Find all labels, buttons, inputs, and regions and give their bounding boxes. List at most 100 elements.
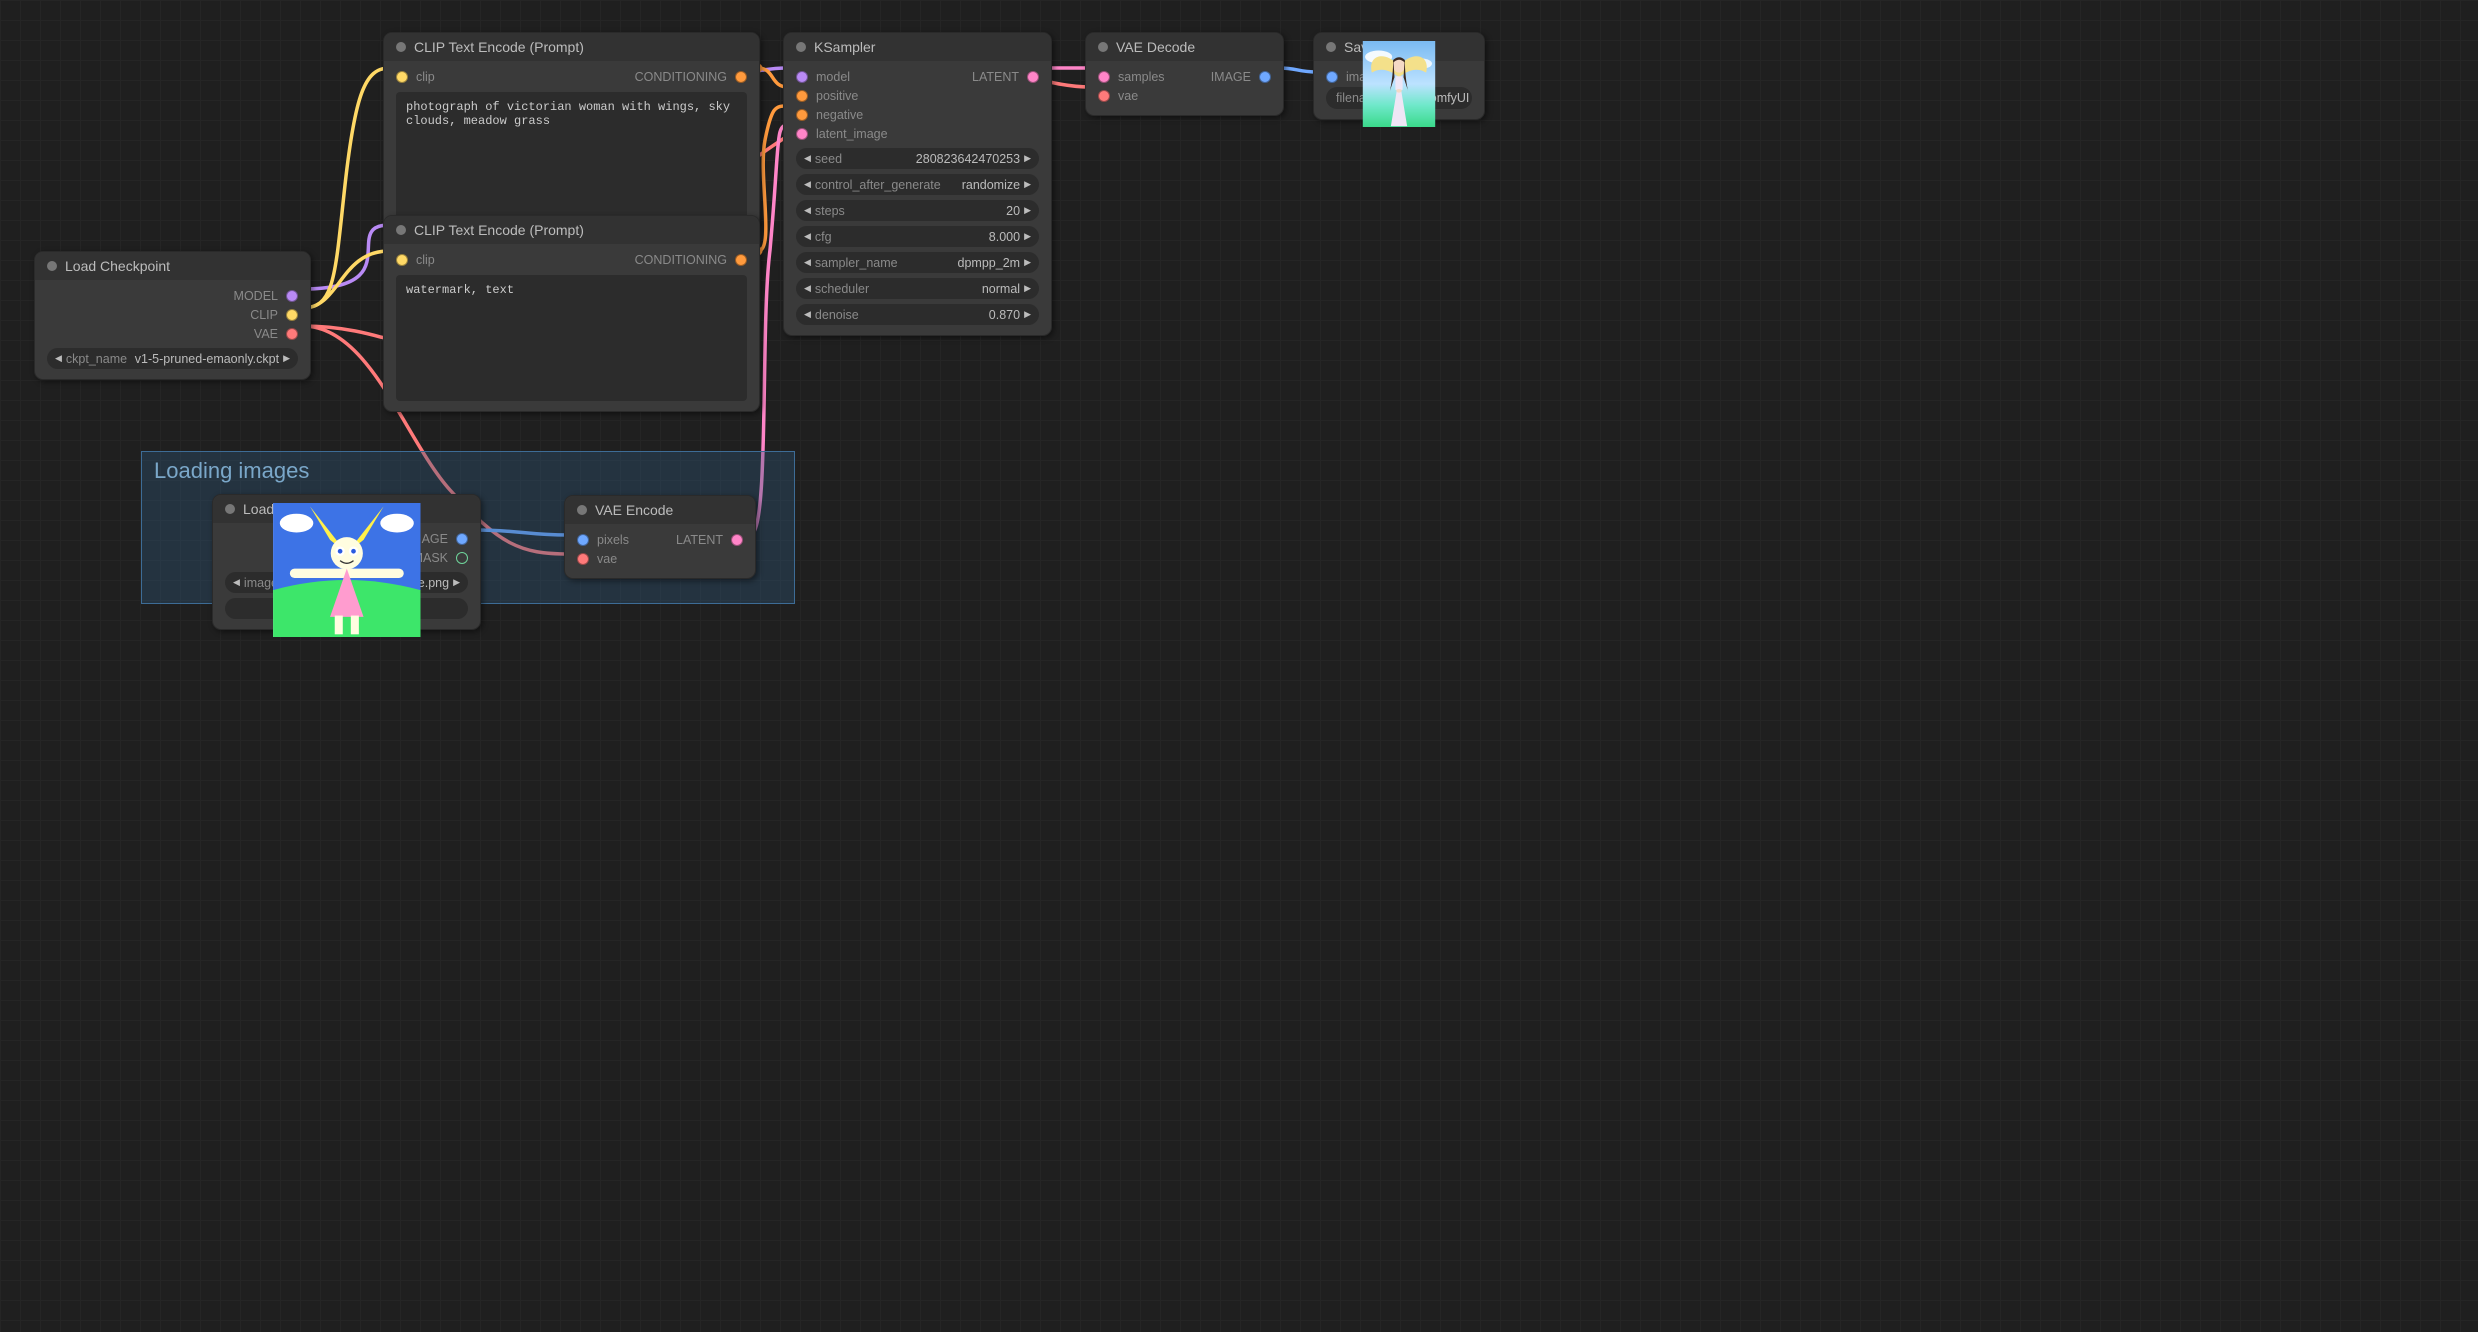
- input-vae[interactable]: vae: [1098, 86, 1181, 105]
- arrow-left-icon[interactable]: ◀: [804, 231, 811, 242]
- input-positive[interactable]: positive: [796, 86, 914, 105]
- arrow-left-icon[interactable]: ◀: [804, 257, 811, 268]
- port-image-out[interactable]: [1259, 71, 1271, 83]
- input-images[interactable]: images: [1326, 67, 1472, 86]
- port-vae-in[interactable]: [1098, 90, 1110, 102]
- collapse-dot-icon[interactable]: [796, 42, 806, 52]
- arrow-right-icon[interactable]: ▶: [1024, 231, 1031, 242]
- output-vae[interactable]: VAE: [47, 324, 298, 343]
- port-model-in[interactable]: [796, 71, 808, 83]
- node-vae-decode[interactable]: VAE Decode samples vae IMAGE: [1085, 32, 1284, 116]
- arrow-right-icon[interactable]: ▶: [1024, 283, 1031, 294]
- widget-sampler-name[interactable]: ◀sampler_namedpmpp_2m▶: [796, 252, 1039, 273]
- widget-control-after-generate[interactable]: ◀control_after_generaterandomize▶: [796, 174, 1039, 195]
- collapse-dot-icon[interactable]: [225, 504, 235, 514]
- arrow-left-icon[interactable]: ◀: [804, 205, 811, 216]
- node-clip-text-encode-positive[interactable]: CLIP Text Encode (Prompt) clip CONDITION…: [383, 32, 760, 229]
- port-image-out[interactable]: [456, 533, 468, 545]
- node-load-checkpoint[interactable]: Load Checkpoint MODEL CLIP VAE ◀ckpt_nam…: [34, 251, 311, 380]
- port-vae-in[interactable]: [577, 553, 589, 565]
- widget-steps[interactable]: ◀steps20▶: [796, 200, 1039, 221]
- input-clip[interactable]: clip: [396, 67, 568, 86]
- input-negative[interactable]: negative: [796, 105, 914, 124]
- arrow-left-icon[interactable]: ◀: [804, 283, 811, 294]
- arrow-left-icon[interactable]: ◀: [804, 179, 811, 190]
- output-image[interactable]: IMAGE: [1189, 67, 1272, 86]
- arrow-right-icon[interactable]: ▶: [1024, 205, 1031, 216]
- collapse-dot-icon[interactable]: [577, 505, 587, 515]
- input-latent-image[interactable]: latent_image: [796, 124, 914, 143]
- arrow-right-icon[interactable]: ▶: [1024, 257, 1031, 268]
- output-latent[interactable]: LATENT: [664, 530, 743, 549]
- port-positive-in[interactable]: [796, 90, 808, 102]
- input-samples[interactable]: samples: [1098, 67, 1181, 86]
- output-conditioning[interactable]: CONDITIONING: [576, 250, 748, 269]
- link-clip-neg: [303, 251, 389, 308]
- collapse-dot-icon[interactable]: [396, 42, 406, 52]
- widget-denoise[interactable]: ◀denoise0.870▶: [796, 304, 1039, 325]
- input-vae[interactable]: vae: [577, 549, 656, 568]
- arrow-right-icon[interactable]: ▶: [1024, 153, 1031, 164]
- arrow-right-icon[interactable]: ▶: [1024, 309, 1031, 320]
- port-cond-out[interactable]: [735, 71, 747, 83]
- arrow-left-icon[interactable]: ◀: [804, 153, 811, 164]
- node-header[interactable]: VAE Encode: [565, 496, 755, 524]
- arrow-right-icon[interactable]: ▶: [1024, 179, 1031, 190]
- port-negative-in[interactable]: [796, 109, 808, 121]
- node-load-image[interactable]: Load Image IMAGE MASK ◀image example.png…: [212, 494, 481, 630]
- port-mask-out[interactable]: [456, 552, 468, 564]
- port-clip-in[interactable]: [396, 71, 408, 83]
- collapse-dot-icon[interactable]: [1098, 42, 1108, 52]
- widget-scheduler[interactable]: ◀schedulernormal▶: [796, 278, 1039, 299]
- node-header[interactable]: VAE Decode: [1086, 33, 1283, 61]
- port-images-in[interactable]: [1326, 71, 1338, 83]
- node-vae-encode[interactable]: VAE Encode pixels vae LATENT: [564, 495, 756, 579]
- port-samples-in[interactable]: [1098, 71, 1110, 83]
- input-model[interactable]: model: [796, 67, 914, 86]
- node-header[interactable]: CLIP Text Encode (Prompt): [384, 33, 759, 61]
- arrow-left-icon[interactable]: ◀: [55, 353, 62, 364]
- port-clip-in[interactable]: [396, 254, 408, 266]
- arrow-left-icon[interactable]: ◀: [804, 309, 811, 320]
- input-clip[interactable]: clip: [396, 250, 568, 269]
- widget-ckpt-name[interactable]: ◀ckpt_name v1-5-pruned-emaonly.ckpt▶: [47, 348, 298, 369]
- upload-button[interactable]: choose file to upload: [225, 598, 468, 619]
- input-pixels[interactable]: pixels: [577, 530, 656, 549]
- port-clip-out[interactable]: [286, 309, 298, 321]
- link-image-save: [1278, 68, 1318, 72]
- output-model[interactable]: MODEL: [47, 286, 298, 305]
- prompt-textarea[interactable]: photograph of victorian woman with wings…: [396, 92, 747, 218]
- output-mask[interactable]: MASK: [225, 548, 468, 567]
- port-model-out[interactable]: [286, 290, 298, 302]
- node-save-image[interactable]: Save Image images filename_prefix ComfyU…: [1313, 32, 1485, 120]
- node-header[interactable]: Load Checkpoint: [35, 252, 310, 280]
- output-latent[interactable]: LATENT: [922, 67, 1040, 86]
- arrow-right-icon[interactable]: ▶: [453, 577, 460, 588]
- port-latent-in[interactable]: [796, 128, 808, 140]
- prompt-textarea[interactable]: watermark, text: [396, 275, 747, 401]
- collapse-dot-icon[interactable]: [1326, 42, 1336, 52]
- node-clip-text-encode-negative[interactable]: CLIP Text Encode (Prompt) clip CONDITION…: [383, 215, 760, 412]
- widget-cfg[interactable]: ◀cfg8.000▶: [796, 226, 1039, 247]
- node-ksampler[interactable]: KSampler model positive negative latent_…: [783, 32, 1052, 336]
- node-header[interactable]: KSampler: [784, 33, 1051, 61]
- port-latent-out[interactable]: [1027, 71, 1039, 83]
- widget-seed[interactable]: ◀seed280823642470253▶: [796, 148, 1039, 169]
- node-header[interactable]: Load Image: [213, 495, 480, 523]
- collapse-dot-icon[interactable]: [47, 261, 57, 271]
- widget-filename-prefix[interactable]: filename_prefix ComfyUI: [1326, 87, 1472, 109]
- node-canvas[interactable]: Loading images Load Checkpoint MODEL CLI…: [0, 0, 2478, 1332]
- output-image[interactable]: IMAGE: [225, 529, 468, 548]
- collapse-dot-icon[interactable]: [396, 225, 406, 235]
- port-latent-out[interactable]: [731, 534, 743, 546]
- output-clip[interactable]: CLIP: [47, 305, 298, 324]
- port-cond-out[interactable]: [735, 254, 747, 266]
- port-pixels-in[interactable]: [577, 534, 589, 546]
- node-header[interactable]: Save Image: [1314, 33, 1484, 61]
- arrow-right-icon[interactable]: ▶: [283, 353, 290, 364]
- port-vae-out[interactable]: [286, 328, 298, 340]
- node-header[interactable]: CLIP Text Encode (Prompt): [384, 216, 759, 244]
- output-conditioning[interactable]: CONDITIONING: [576, 67, 748, 86]
- widget-image[interactable]: ◀image example.png▶: [225, 572, 468, 593]
- arrow-left-icon[interactable]: ◀: [233, 577, 240, 588]
